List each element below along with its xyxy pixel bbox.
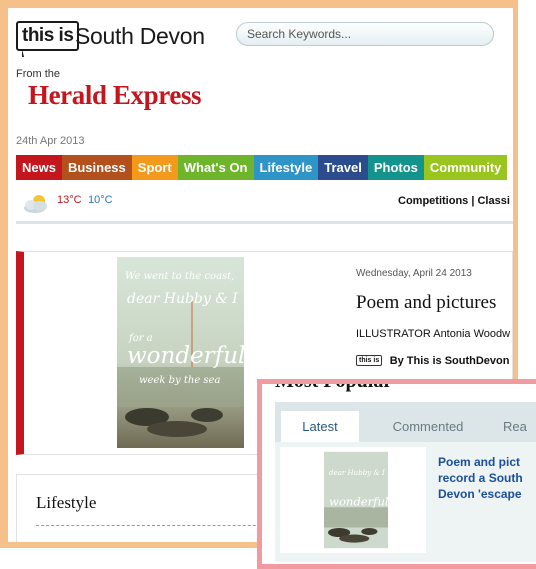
tab-latest[interactable]: Latest — [281, 411, 359, 442]
site-logo[interactable]: this is South Devon — [16, 21, 216, 57]
feature-image-line-5: week by the sea — [139, 375, 220, 386]
current-date: 24th Apr 2013 — [16, 135, 85, 147]
source-logo-icon: this is — [356, 355, 383, 367]
header-divider — [16, 221, 513, 224]
popular-image-line-1: dear Hubby & I — [329, 468, 385, 477]
most-popular-heading: Most Popular — [275, 384, 392, 393]
feature-source: this is By This is SouthDevon — [356, 352, 509, 370]
main-nav: News Business Sport What's On Lifestyle … — [16, 155, 508, 180]
from-the-label: From the — [16, 68, 61, 80]
tab-read[interactable]: Rea — [503, 411, 536, 442]
logo-badge: this is — [16, 21, 80, 51]
feature-image-line-4: wonderful — [127, 343, 244, 369]
feature-image-line-2: dear Hubby & I — [127, 291, 238, 307]
sun-cloud-icon — [24, 195, 47, 213]
nav-item-community[interactable]: Community — [423, 155, 508, 180]
temperature-high: 13°C — [57, 194, 82, 206]
lifestyle-heading[interactable]: Lifestyle — [36, 493, 96, 513]
popular-image-line-2: wonderful — [329, 494, 388, 508]
nav-item-travel[interactable]: Travel — [318, 155, 368, 180]
feature-date: Wednesday, April 24 2013 — [356, 268, 472, 279]
feature-byline: ILLUSTRATOR Antonia Woodw — [356, 328, 511, 340]
lifestyle-divider — [36, 525, 276, 526]
tab-commented[interactable]: Commented — [373, 411, 483, 442]
nav-item-sport[interactable]: Sport — [131, 155, 178, 180]
most-popular-frame: Most Popular Latest Commented Rea dear H… — [257, 379, 536, 569]
popular-item-thumbnail[interactable]: dear Hubby & I wonderful — [280, 447, 426, 553]
feature-image-line-1: We went to the coast, — [125, 271, 234, 282]
nav-item-lifestyle[interactable]: Lifestyle — [253, 155, 319, 180]
popular-item-link[interactable]: Poem and pict record a South Devon 'esca… — [438, 454, 536, 502]
newspaper-logo[interactable]: Herald Express — [28, 80, 202, 111]
most-popular-panel: Most Popular Latest Commented Rea dear H… — [262, 384, 536, 564]
popular-tabs: Latest Commented Rea — [275, 402, 536, 442]
popular-list: dear Hubby & I wonderful Poem and pict r… — [275, 442, 536, 562]
popular-link-line-1: Poem and pict — [438, 455, 521, 469]
search-input[interactable] — [236, 22, 494, 46]
nav-item-photos[interactable]: Photos — [367, 155, 424, 180]
popular-thumbnail-image: dear Hubby & I wonderful — [324, 451, 388, 549]
logo-site-name: South Devon — [75, 23, 205, 49]
popular-link-line-3: Devon 'escape — [438, 487, 522, 501]
source-label: By This is SouthDevon — [389, 354, 510, 367]
feature-headline[interactable]: Poem and pictures — [356, 292, 496, 314]
nav-item-news[interactable]: News — [16, 155, 62, 180]
feature-image[interactable]: We went to the coast, dear Hubby & I for… — [117, 257, 244, 448]
nav-item-whats-on[interactable]: What's On — [177, 155, 254, 180]
top-links[interactable]: Competitions | Classi — [398, 195, 510, 207]
nav-item-business[interactable]: Business — [61, 155, 132, 180]
logo-speech-tail — [22, 49, 24, 57]
temperature-low: 10°C — [88, 194, 113, 206]
popular-link-line-2: record a South — [438, 471, 523, 485]
